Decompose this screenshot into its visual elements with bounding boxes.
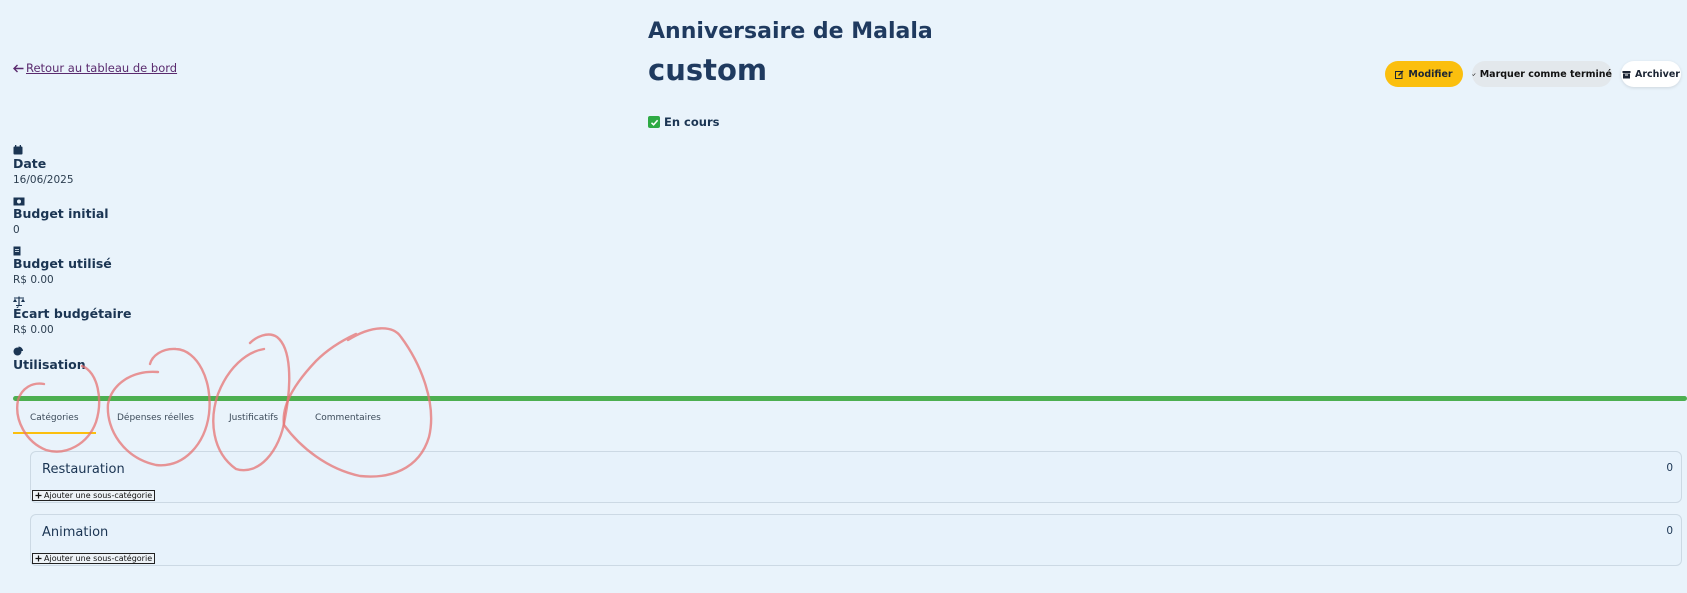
event-title: Anniversaire de Malala: [648, 19, 933, 44]
event-type: custom: [648, 53, 768, 87]
budget-initial-label: Budget initial: [13, 206, 109, 221]
category-card: Animation 0 Ajouter une sous-catégorie: [30, 514, 1682, 566]
mark-complete-label: Marquer comme terminé: [1479, 68, 1612, 80]
category-card: Restauration 0 Ajouter une sous-catégori…: [30, 451, 1682, 503]
edit-button-label: Modifier: [1408, 68, 1453, 80]
tab-receipts[interactable]: Justificatifs: [229, 413, 278, 423]
check-icon: [1472, 72, 1476, 76]
status-badge: En cours: [648, 115, 719, 129]
active-tab-indicator: [13, 432, 96, 434]
add-subcategory-button[interactable]: Ajouter une sous-catégorie: [32, 553, 156, 564]
category-amount: 0: [1666, 462, 1673, 474]
budget-used-label: Budget utilisé: [13, 256, 112, 271]
budget-variance-label: Écart budgétaire: [13, 306, 132, 321]
archive-icon: [1622, 70, 1631, 78]
calendar-icon: [13, 145, 23, 155]
check-mark-icon: [648, 116, 660, 128]
add-subcategory-label: Ajouter une sous-catégorie: [44, 491, 153, 500]
scribble-circle: [16, 364, 101, 453]
mark-complete-button[interactable]: Marquer comme terminé: [1472, 61, 1612, 87]
tab-comments[interactable]: Commentaires: [315, 413, 381, 423]
add-subcategory-label: Ajouter une sous-catégorie: [44, 554, 153, 563]
add-subcategory-button[interactable]: Ajouter une sous-catégorie: [32, 490, 156, 501]
usage-progress-bar: [13, 396, 1687, 401]
budget-used-value: R$ 0.00: [13, 274, 54, 286]
receipt-icon: [13, 246, 21, 256]
balance-scale-icon: [13, 296, 25, 306]
date-value: 16/06/2025: [13, 174, 74, 186]
budget-initial-value: 0: [13, 224, 20, 236]
archive-button[interactable]: Archiver: [1621, 61, 1681, 87]
plus-icon: [35, 492, 42, 499]
tab-categories[interactable]: Catégories: [30, 413, 79, 423]
budget-variance-value: R$ 0.00: [13, 324, 54, 336]
scribble-circle: [106, 347, 211, 467]
pie-chart-icon: [13, 346, 23, 356]
date-label: Date: [13, 156, 47, 171]
edit-icon: [1395, 70, 1404, 79]
edit-button[interactable]: Modifier: [1385, 61, 1463, 87]
status-label: En cours: [664, 115, 720, 129]
archive-button-label: Archiver: [1634, 68, 1680, 80]
plus-icon: [35, 555, 42, 562]
arrow-left-icon: [13, 64, 24, 72]
category-amount: 0: [1666, 525, 1673, 537]
money-icon: [13, 197, 25, 206]
category-name: Restauration: [42, 462, 125, 477]
category-name: Animation: [42, 525, 109, 540]
back-to-dashboard-link[interactable]: Retour au tableau de bord: [13, 61, 177, 75]
back-link-label: Retour au tableau de bord: [26, 61, 178, 75]
scribble-circle: [212, 333, 291, 472]
annotation-scribble: [16, 327, 433, 478]
usage-label: Utilisation: [13, 357, 86, 372]
tab-actual-expenses[interactable]: Dépenses réelles: [117, 413, 194, 423]
